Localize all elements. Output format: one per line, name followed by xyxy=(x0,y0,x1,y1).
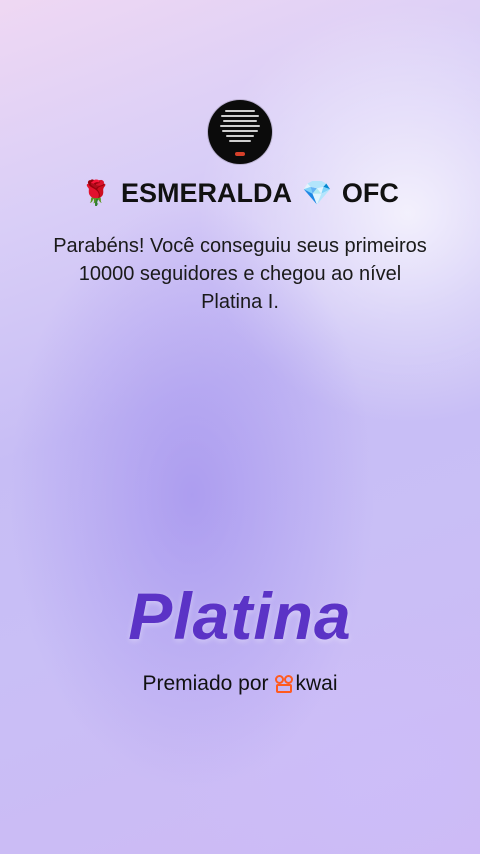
rose-emoji-icon: 🌹 xyxy=(81,179,111,207)
gem-emoji-icon: 💎 xyxy=(302,179,332,207)
avatar-text-decoration xyxy=(220,110,260,142)
kwai-brand: kwai xyxy=(274,672,338,696)
award-label: Premiado por xyxy=(142,672,269,695)
congratulation-message: Parabéns! Você conseguiu seus primeiros … xyxy=(53,235,427,313)
kwai-brand-text: kwai xyxy=(295,672,338,695)
kwai-logo-icon xyxy=(274,675,293,693)
avatar-accent-icon xyxy=(235,152,245,156)
profile-avatar xyxy=(208,100,272,164)
profile-name-suffix: OFC xyxy=(341,178,399,208)
profile-name: 🌹 ESMERALDA 💎 OFC xyxy=(0,178,480,209)
award-credit: Premiado por kwai xyxy=(0,672,480,696)
level-title: Platina xyxy=(128,579,352,653)
profile-name-main: ESMERALDA xyxy=(120,178,292,208)
